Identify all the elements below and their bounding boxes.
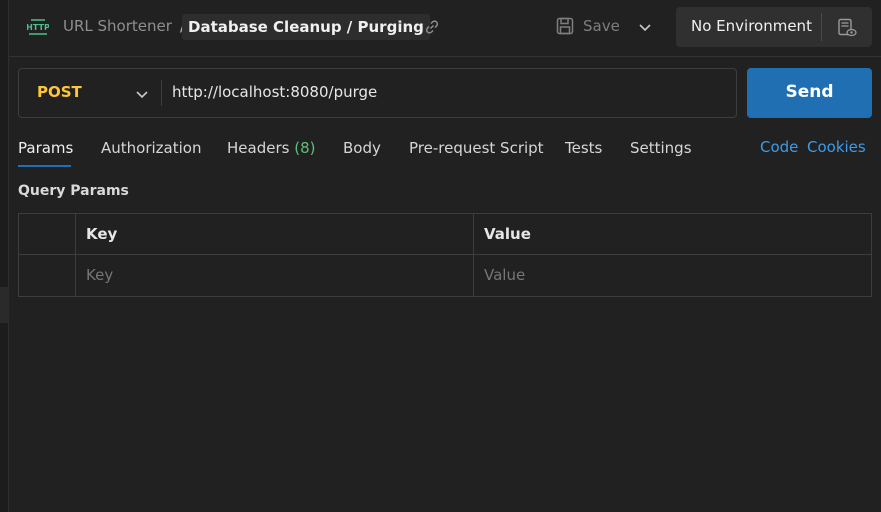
sidebar-edge-marker <box>0 287 9 323</box>
tab-tests[interactable]: Tests <box>565 139 602 157</box>
value-placeholder: Value <box>484 266 526 284</box>
key-placeholder: Key <box>86 266 114 284</box>
row-checkbox-cell[interactable] <box>19 255 76 296</box>
svg-text:HTTP: HTTP <box>27 23 49 32</box>
tab-settings[interactable]: Settings <box>630 139 692 157</box>
value-input[interactable]: Value <box>474 255 871 296</box>
tab-authorization[interactable]: Authorization <box>101 139 201 157</box>
sidebar-edge <box>0 0 9 512</box>
tab-body[interactable]: Body <box>343 139 381 157</box>
request-tabs: Params Authorization Headers (8) Body Pr… <box>0 136 881 170</box>
table-header-row: Key Value <box>19 214 871 255</box>
query-params-title: Query Params <box>18 183 129 199</box>
environment-selector[interactable]: No Environment <box>676 7 872 47</box>
table-row: Key Value <box>19 255 871 296</box>
code-link[interactable]: Code <box>760 138 798 156</box>
headers-count-badge: (8) <box>294 139 316 157</box>
breadcrumb-collection[interactable]: URL Shortener <box>63 17 172 35</box>
url-input[interactable]: http://localhost:8080/purge <box>172 83 377 101</box>
save-button[interactable]: Save <box>583 17 620 35</box>
request-header: HTTP URL Shortener / Database Cleanup / … <box>9 0 881 57</box>
send-button[interactable]: Send <box>747 68 872 118</box>
request-name[interactable]: Database Cleanup / Purging <box>182 14 430 40</box>
key-header-label: Key <box>86 225 118 243</box>
key-column-header: Key <box>76 214 474 255</box>
chevron-down-icon[interactable] <box>637 19 653 35</box>
method-selector[interactable]: POST <box>37 83 82 101</box>
value-column-header: Value <box>474 214 871 255</box>
tab-params[interactable]: Params <box>18 139 73 157</box>
cookies-link[interactable]: Cookies <box>807 138 866 156</box>
chevron-down-icon[interactable] <box>134 86 150 102</box>
save-icon[interactable] <box>555 16 575 36</box>
tab-headers-label: Headers <box>227 139 290 157</box>
value-header-label: Value <box>484 225 531 243</box>
select-column-header <box>19 214 76 255</box>
request-url-bar: POST http://localhost:8080/purge <box>18 68 737 118</box>
key-input[interactable]: Key <box>76 255 474 296</box>
query-params-table: Key Value Key Value <box>18 213 872 297</box>
tab-pre-request-script[interactable]: Pre-request Script <box>409 139 544 157</box>
link-icon[interactable] <box>423 18 441 36</box>
method-divider <box>161 80 162 106</box>
http-icon: HTTP <box>27 19 49 35</box>
environment-divider <box>821 13 822 41</box>
environment-quick-look-icon[interactable] <box>836 17 858 39</box>
active-tab-indicator <box>18 165 71 167</box>
tab-headers[interactable]: Headers (8) <box>227 139 315 157</box>
environment-label: No Environment <box>691 17 812 35</box>
